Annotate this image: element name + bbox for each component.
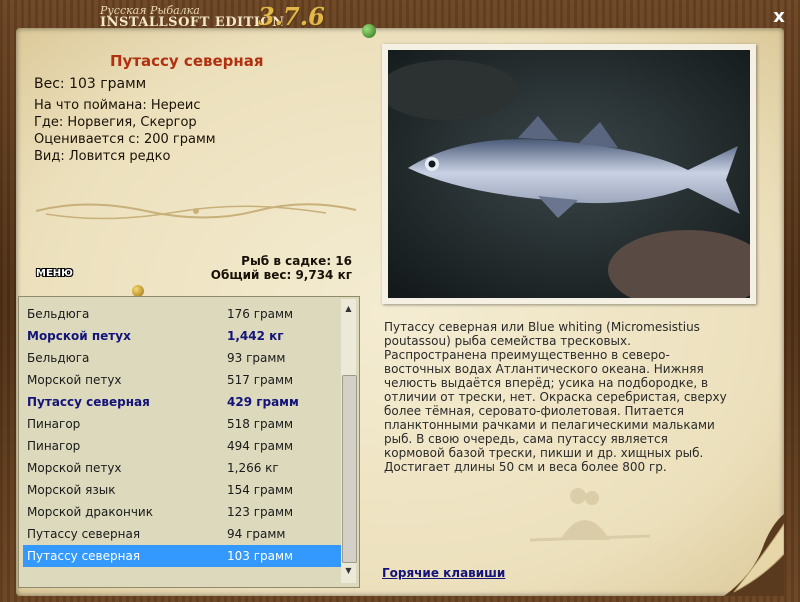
list-item[interactable]: Путассу северная 103 грамм [23, 545, 341, 567]
list-item-weight: 1,442 кг [227, 329, 284, 343]
catch-list-panel: Бельдюга 176 грамм Морской петух 1,442 кг Бе… [18, 296, 360, 588]
list-item-name: Морской петух [27, 461, 122, 475]
list-item-weight: 494 грамм [227, 439, 294, 453]
list-item-weight: 517 грамм [227, 373, 294, 387]
fish-photo [388, 50, 750, 298]
hotkeys-link[interactable]: Горячие клавиши [382, 566, 505, 580]
list-item-name: Морской дракончик [27, 505, 153, 519]
fish-location: Где: Норвегия, Скергор [34, 115, 197, 130]
list-item[interactable]: Морской язык 154 грамм [23, 479, 341, 501]
list-item[interactable]: Морской петух 517 грамм [23, 369, 341, 391]
list-item-weight: 93 грамм [227, 351, 286, 365]
list-item[interactable]: Бельдюга 176 грамм [23, 303, 341, 325]
list-item-weight: 1,266 кг [227, 461, 279, 475]
list-item[interactable]: Морской петух 1,266 кг [23, 457, 341, 479]
list-item-weight: 176 грамм [227, 307, 294, 321]
list-item-weight: 94 грамм [227, 527, 286, 541]
fish-description: Путассу северная или Blue whiting (Micro… [384, 320, 727, 474]
fish-title: Путассу северная [110, 52, 264, 70]
list-item-name: Бельдюга [27, 351, 90, 365]
basket-count: Рыб в садке: 16 [241, 254, 352, 268]
list-item[interactable]: Путассу северная 429 грамм [23, 391, 341, 413]
close-button[interactable]: x [768, 6, 790, 28]
list-item-weight: 103 грамм [227, 549, 294, 563]
scrollbar[interactable]: ▲ ▼ [341, 299, 357, 583]
list-item[interactable]: Пинагор 518 грамм [23, 413, 341, 435]
catch-list: Бельдюга 176 грамм Морской петух 1,442 кг Бе… [23, 303, 341, 567]
list-item-name: Бельдюга [27, 307, 90, 321]
list-item-weight: 154 грамм [227, 483, 294, 497]
menu-button[interactable]: МЕНЮ [36, 268, 73, 279]
scroll-thumb[interactable] [342, 375, 357, 563]
basket-total-weight: Общий вес: 9,734 кг [210, 268, 352, 282]
list-item[interactable]: Путассу северная 94 грамм [23, 523, 341, 545]
fish-value-threshold: Оценивается с: 200 грамм [34, 132, 216, 147]
list-item-name: Пинагор [27, 417, 81, 431]
fish-photo-frame [382, 44, 756, 304]
scroll-up-icon[interactable]: ▲ [341, 301, 356, 317]
list-item-name: Морской язык [27, 483, 116, 497]
list-item-name: Морской петух [27, 373, 122, 387]
fish-rarity: Вид: Ловится редко [34, 149, 171, 164]
list-item-name: Путассу северная [27, 527, 141, 541]
angler-watermark [530, 488, 650, 542]
page-curl [724, 514, 784, 596]
ornament-divider [35, 203, 357, 220]
list-item[interactable]: Морской дракончик 123 грамм [23, 501, 341, 523]
list-item[interactable]: Морской петух 1,442 кг [23, 325, 341, 347]
list-item[interactable]: Пинагор 494 грамм [23, 435, 341, 457]
fish-bait: На что поймана: Нереис [34, 98, 201, 113]
list-item-weight: 429 грамм [227, 395, 299, 409]
scroll-down-icon[interactable]: ▼ [341, 563, 356, 579]
version-label: 3.7.6 [258, 2, 325, 31]
list-item-name: Путассу северная [27, 395, 150, 409]
pin-icon [362, 24, 376, 38]
list-item-name: Пинагор [27, 439, 81, 453]
list-item-weight: 123 грамм [227, 505, 294, 519]
fish-weight: Вес: 103 грамм [34, 76, 147, 92]
list-item[interactable]: Бельдюга 93 грамм [23, 347, 341, 369]
list-item-name: Морской петух [27, 329, 131, 343]
list-item-weight: 518 грамм [227, 417, 294, 431]
list-item-name: Путассу северная [27, 549, 141, 563]
